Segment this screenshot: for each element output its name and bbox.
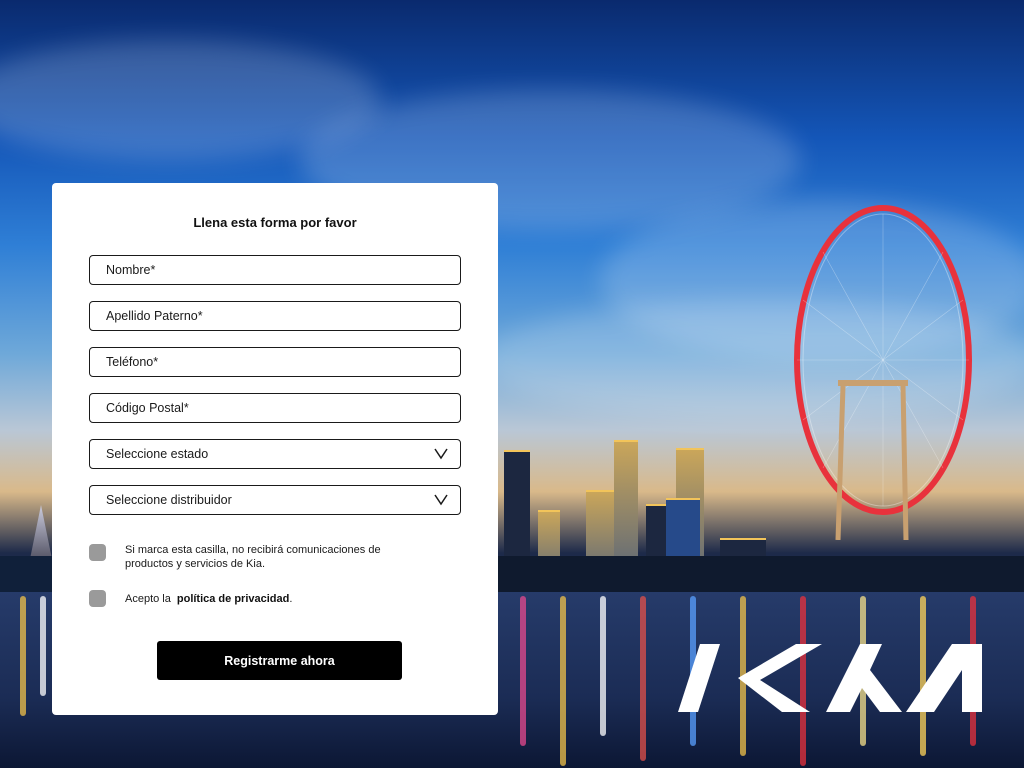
chevron-down-icon (434, 494, 448, 506)
no-communications-label: Si marca esta casilla, no recibirá comun… (125, 544, 381, 570)
registration-form-card: Llena esta forma por favor Seleccione es… (52, 183, 498, 715)
estado-select-value: Seleccione estado (106, 447, 209, 461)
ferris-wheel-graphic (794, 205, 972, 540)
privacy-row: Acepto la política de privacidad. (89, 590, 415, 607)
privacy-label: Acepto la política de privacidad. (125, 593, 415, 607)
no-communications-row: Si marca esta casilla, no recibirá comun… (89, 544, 415, 571)
privacy-checkbox[interactable] (89, 590, 106, 607)
form-title: Llena esta forma por favor (193, 215, 357, 230)
privacy-label-suffix: . (289, 593, 293, 605)
distribuidor-select[interactable]: Seleccione distribuidor (89, 485, 461, 515)
telefono-input[interactable] (90, 355, 460, 369)
kia-logo-icon (678, 644, 982, 712)
codigo-postal-input[interactable] (90, 401, 460, 415)
telefono-field-wrapper (89, 347, 461, 377)
distribuidor-select-value: Seleccione distribuidor (106, 493, 232, 507)
estado-select[interactable]: Seleccione estado (89, 439, 461, 469)
apellido-field-wrapper (89, 301, 461, 331)
privacy-label-prefix: Acepto la (125, 593, 171, 605)
codigo-postal-field-wrapper (89, 393, 461, 423)
chevron-down-icon (434, 448, 448, 460)
privacy-policy-link[interactable]: política de privacidad (177, 593, 289, 605)
nombre-field-wrapper (89, 255, 461, 285)
apellido-paterno-input[interactable] (90, 309, 460, 323)
nombre-input[interactable] (90, 263, 460, 277)
no-communications-checkbox[interactable] (89, 544, 106, 561)
register-button[interactable]: Registrarme ahora (157, 641, 402, 680)
